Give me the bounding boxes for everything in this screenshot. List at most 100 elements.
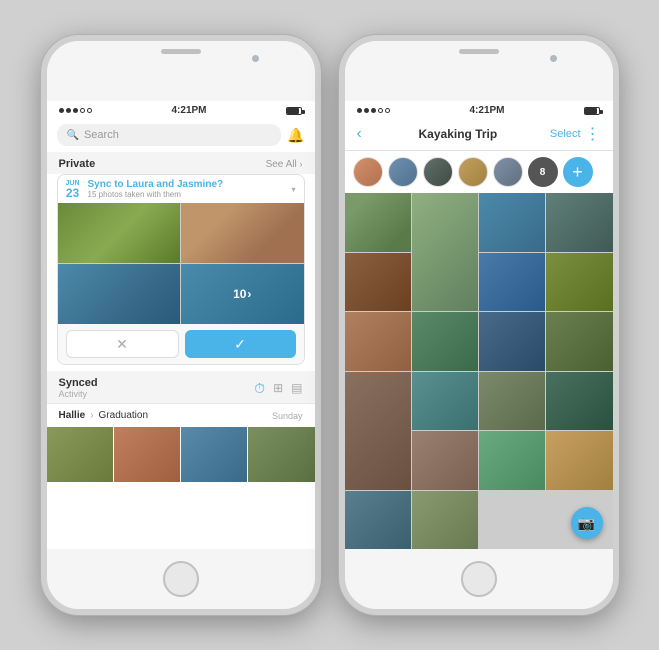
- kayak-photo-4[interactable]: [546, 193, 612, 252]
- status-right-2: [584, 107, 600, 115]
- phone-1: 4:21PM 🔍 Search 🔔 Private Se: [41, 35, 321, 615]
- album-arrow-icon: ›: [90, 410, 93, 421]
- signal-dots-2: [357, 108, 390, 113]
- kayak-photo-8[interactable]: [345, 312, 411, 371]
- photo-cell-more: 10 ›: [181, 264, 304, 324]
- see-all-button[interactable]: See All ›: [266, 159, 303, 170]
- status-bar: 4:21PM: [47, 101, 315, 118]
- private-section-header: Private See All ›: [47, 152, 315, 174]
- search-placeholder: Search: [84, 129, 119, 141]
- avatar-row: 8 +: [345, 151, 613, 193]
- album-thumb-2: [114, 427, 180, 482]
- kayak-photo-18[interactable]: [546, 431, 612, 490]
- grid-view-icon[interactable]: ⊞: [273, 381, 283, 395]
- photo-cell-3: [58, 264, 181, 324]
- kayak-photo-10[interactable]: [479, 312, 545, 371]
- status-time-2: 4:21PM: [469, 105, 504, 116]
- status-time: 4:21PM: [171, 105, 206, 116]
- search-bar[interactable]: 🔍 Search: [57, 124, 282, 146]
- nav-title: Kayaking Trip: [366, 127, 550, 141]
- kayaking-photo-grid: 📷: [345, 193, 613, 549]
- accept-button[interactable]: ✓: [185, 330, 296, 358]
- avatar-2[interactable]: [388, 157, 418, 187]
- more-button[interactable]: ⋮: [581, 122, 605, 146]
- kayak-photo-3[interactable]: [479, 193, 545, 252]
- dot-4: [80, 108, 85, 113]
- synced-left: Synced Activity: [59, 377, 98, 399]
- camera-fab-button[interactable]: 📷: [571, 507, 603, 539]
- photo-cell-2: [181, 203, 304, 263]
- select-button[interactable]: Select: [550, 128, 581, 140]
- dot-1: [59, 108, 64, 113]
- list-view-icon[interactable]: ▤: [291, 381, 302, 395]
- avatar-count-badge[interactable]: 8: [528, 157, 558, 187]
- search-icon: 🔍: [67, 130, 79, 141]
- battery-fill: [287, 108, 298, 114]
- add-person-button[interactable]: +: [563, 157, 593, 187]
- kayak-photo-9[interactable]: [412, 312, 478, 371]
- search-bar-row: 🔍 Search 🔔: [47, 118, 315, 152]
- kayak-photo-5[interactable]: [345, 253, 411, 312]
- signal-dots: [59, 108, 92, 113]
- album-thumb-1: [47, 427, 113, 482]
- dot2-1: [357, 108, 362, 113]
- kayak-photo-12[interactable]: [345, 372, 411, 490]
- suggestion-card: JUN 23 Sync to Laura and Jasmine? 15 pho…: [57, 174, 305, 365]
- front-camera: [252, 55, 259, 62]
- back-button[interactable]: ‹: [353, 123, 366, 145]
- avatar-4[interactable]: [458, 157, 488, 187]
- speaker: [161, 49, 201, 54]
- home-button[interactable]: [163, 561, 199, 597]
- front-camera-2: [550, 55, 557, 62]
- bell-icon[interactable]: 🔔: [287, 127, 304, 144]
- reject-button[interactable]: ✕: [66, 330, 179, 358]
- private-title: Private: [59, 158, 96, 170]
- kayak-photo-19[interactable]: [345, 491, 411, 550]
- album-info: Hallie › Graduation: [59, 410, 149, 421]
- photo-cell-1: [58, 203, 181, 263]
- synced-sub: Activity: [59, 389, 98, 399]
- kayak-photo-7[interactable]: [546, 253, 612, 312]
- synced-icons: ⏱ ⊞ ▤: [254, 380, 302, 397]
- kayak-photo-16[interactable]: [412, 431, 478, 490]
- synced-title: Synced: [59, 377, 98, 389]
- dropdown-arrow-icon[interactable]: ▾: [291, 185, 295, 194]
- more-count-badge: 10 ›: [233, 287, 251, 301]
- album-row[interactable]: Hallie › Graduation Sunday: [47, 403, 315, 427]
- battery-fill-2: [585, 108, 596, 114]
- kayak-photo-20[interactable]: [412, 491, 478, 550]
- kayak-photo-13[interactable]: [412, 372, 478, 431]
- phone-2: 4:21PM ‹ Kayaking Trip Select ⋮: [339, 35, 619, 615]
- battery-icon: [286, 107, 302, 115]
- album-date: Sunday: [272, 411, 303, 421]
- dot2-3: [371, 108, 376, 113]
- dot-3: [73, 108, 78, 113]
- kayak-photo-2[interactable]: [412, 193, 478, 311]
- kayak-photo-11[interactable]: [546, 312, 612, 371]
- album-thumb-4: [248, 427, 314, 482]
- kayak-photo-6[interactable]: [479, 253, 545, 312]
- kayak-photo-15[interactable]: [546, 372, 612, 431]
- dot-2: [66, 108, 71, 113]
- dot-5: [87, 108, 92, 113]
- battery-icon-2: [584, 107, 600, 115]
- album-name: Hallie: [59, 410, 86, 421]
- kayak-photo-14[interactable]: [479, 372, 545, 431]
- action-buttons: ✕ ✓: [58, 324, 304, 364]
- kayak-photo-17[interactable]: [479, 431, 545, 490]
- avatar-1[interactable]: [353, 157, 383, 187]
- suggestion-header: JUN 23 Sync to Laura and Jasmine? 15 pho…: [58, 175, 304, 203]
- synced-section-header: Synced Activity ⏱ ⊞ ▤: [47, 371, 315, 403]
- album-dest: Graduation: [99, 410, 148, 421]
- suggestion-sub: 15 photos taken with them: [88, 190, 292, 199]
- avatar-5[interactable]: [493, 157, 523, 187]
- clock-icon[interactable]: ⏱: [254, 380, 265, 397]
- suggestion-title: Sync to Laura and Jasmine?: [88, 179, 292, 190]
- kayak-photo-1[interactable]: [345, 193, 411, 252]
- dot2-2: [364, 108, 369, 113]
- speaker-2: [459, 49, 499, 54]
- home-button-2[interactable]: [461, 561, 497, 597]
- avatar-3[interactable]: [423, 157, 453, 187]
- album-thumb-row: [47, 427, 315, 482]
- nav-bar: ‹ Kayaking Trip Select ⋮: [345, 118, 613, 151]
